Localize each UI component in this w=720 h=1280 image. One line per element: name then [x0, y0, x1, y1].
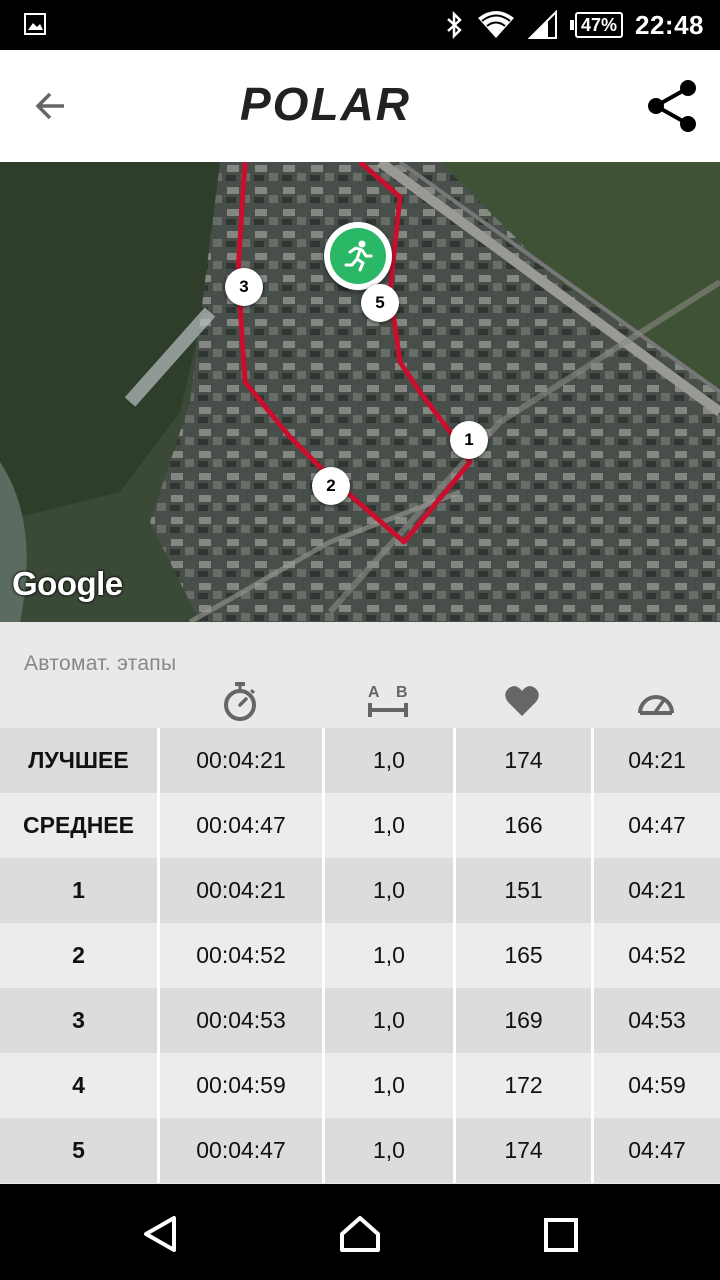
running-icon-badge [330, 228, 386, 284]
nav-recents-icon[interactable] [538, 1212, 582, 1256]
lap-distance: 1,0 [322, 728, 453, 793]
lap-marker-3[interactable]: 3 [225, 268, 263, 306]
lap-distance: 1,0 [322, 923, 453, 988]
lap-time: 00:04:47 [157, 793, 322, 858]
distance-ab-icon: A B [367, 684, 408, 717]
svg-text:A: A [368, 684, 380, 701]
lap-marker-5[interactable]: 5 [361, 284, 399, 322]
lap-heart-rate: 169 [453, 988, 591, 1053]
table-row: 4 00:04:59 1,0 172 04:59 [0, 1053, 720, 1118]
lap-time: 00:04:53 [157, 988, 322, 1053]
table-header: A B [0, 674, 720, 728]
route-map[interactable]: 1 2 3 5 Google [0, 162, 720, 622]
lap-heart-rate: 172 [453, 1053, 591, 1118]
row-label: 2 [72, 942, 85, 968]
app-bar: POLAR [0, 50, 720, 162]
lap-heart-rate: 166 [453, 793, 591, 858]
speedometer-icon [637, 695, 674, 715]
battery-level: 47% [574, 12, 623, 38]
header-heart-rate [453, 674, 591, 728]
lap-distance: 1,0 [322, 1053, 453, 1118]
back-arrow-icon[interactable] [30, 86, 70, 126]
table-row: 5 00:04:47 1,0 174 04:47 [0, 1118, 720, 1183]
lap-pace: 04:47 [591, 1118, 720, 1183]
lap-distance: 1,0 [322, 793, 453, 858]
lap-marker-1[interactable]: 1 [450, 421, 488, 459]
lap-pace: 04:59 [591, 1053, 720, 1118]
lap-pace: 04:47 [591, 793, 720, 858]
bluetooth-icon [447, 11, 462, 39]
lap-distance: 1,0 [322, 1118, 453, 1183]
table-row: 1 00:04:21 1,0 151 04:21 [0, 858, 720, 923]
lap-time: 00:04:21 [157, 858, 322, 923]
lap-marker-2[interactable]: 2 [312, 467, 350, 505]
lap-pace: 04:53 [591, 988, 720, 1053]
lap-pace: 04:21 [591, 858, 720, 923]
row-label: 5 [72, 1137, 85, 1163]
lap-time: 00:04:47 [157, 1118, 322, 1183]
battery-indicator: 47% [569, 12, 623, 38]
section-title: Автомат. этапы [24, 652, 177, 675]
google-attribution: Google [12, 565, 123, 602]
start-marker[interactable] [324, 222, 392, 290]
svg-text:B: B [396, 684, 408, 701]
lap-time: 00:04:52 [157, 923, 322, 988]
nav-back-icon[interactable] [138, 1212, 182, 1256]
polar-logo: POLAR [240, 80, 411, 130]
stopwatch-icon [223, 682, 256, 721]
row-label: 4 [72, 1072, 85, 1098]
status-bar: 47% 22:48 [0, 0, 720, 50]
image-notification-icon [24, 13, 46, 35]
row-label: СРЕДНЕЕ [23, 812, 134, 838]
heart-icon [505, 686, 539, 716]
lap-heart-rate: 174 [453, 1118, 591, 1183]
header-distance: A B [322, 674, 453, 728]
svg-text:POLAR: POLAR [240, 80, 411, 130]
auto-laps-section: Автомат. этапы A B ЛУЧШЕЕ 00:04:21 1,0 1… [0, 622, 720, 1184]
running-icon [344, 240, 373, 272]
row-label: 1 [72, 877, 85, 903]
share-icon[interactable] [644, 78, 700, 134]
cell-signal-icon [527, 10, 557, 39]
header-duration [157, 674, 322, 728]
table-row: СРЕДНЕЕ 00:04:47 1,0 166 04:47 [0, 793, 720, 858]
nav-home-icon[interactable] [338, 1212, 382, 1256]
lap-pace: 04:52 [591, 923, 720, 988]
lap-distance: 1,0 [322, 858, 453, 923]
row-label: 3 [72, 1007, 85, 1033]
lap-time: 00:04:21 [157, 728, 322, 793]
lap-distance: 1,0 [322, 988, 453, 1053]
lap-heart-rate: 151 [453, 858, 591, 923]
system-navigation-bar [0, 1184, 720, 1280]
clock: 22:48 [635, 9, 704, 40]
lap-time: 00:04:59 [157, 1053, 322, 1118]
wifi-icon [477, 11, 514, 38]
row-label: ЛУЧШЕЕ [28, 747, 129, 773]
header-pace [591, 674, 720, 728]
table-row: 2 00:04:52 1,0 165 04:52 [0, 923, 720, 988]
table-row: ЛУЧШЕЕ 00:04:21 1,0 174 04:21 [0, 728, 720, 793]
lap-heart-rate: 174 [453, 728, 591, 793]
lap-heart-rate: 165 [453, 923, 591, 988]
laps-table: ЛУЧШЕЕ 00:04:21 1,0 174 04:21 СРЕДНЕЕ 00… [0, 728, 720, 1183]
lap-pace: 04:21 [591, 728, 720, 793]
battery-nub [569, 20, 574, 30]
table-row: 3 00:04:53 1,0 169 04:53 [0, 988, 720, 1053]
